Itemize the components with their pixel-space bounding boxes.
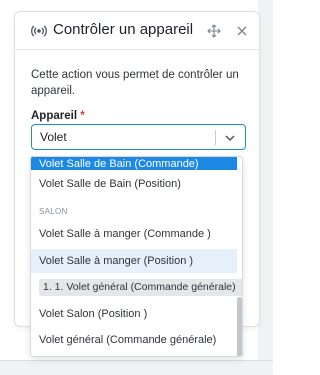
- menu-group-label: SALON: [39, 207, 68, 216]
- device-select-value[interactable]: Volet: [40, 130, 67, 144]
- selected-chip-label: 1. 1. Volet général (Commande générale): [43, 281, 236, 293]
- required-marker: *: [80, 110, 85, 122]
- menu-option-hovered[interactable]: Volet Salle à manger (Position ): [31, 249, 237, 273]
- select-divider: [215, 130, 216, 145]
- menu-option[interactable]: Volet Salle à manger (Commande ): [31, 221, 237, 247]
- broadcast-icon: [31, 25, 47, 37]
- menu-option[interactable]: Volet général (Commande générale): [31, 327, 237, 353]
- close-icon[interactable]: [235, 24, 249, 38]
- dialog-description: Cette action vous permet de contrôler un…: [31, 69, 239, 97]
- move-icon[interactable]: [207, 24, 221, 38]
- selected-chip[interactable]: 1. 1. Volet général (Commande générale) …: [39, 278, 242, 296]
- menu-option[interactable]: Volet Salle de Bain (Position): [31, 171, 237, 197]
- dialog-title: Contrôler un appareil: [53, 21, 194, 38]
- menu-option-chip-row[interactable]: 1. 1. Volet général (Commande générale) …: [31, 274, 242, 300]
- device-select[interactable]: Volet: [31, 124, 246, 150]
- menu-scrollbar[interactable]: [237, 297, 242, 356]
- device-field-label-text: Appareil: [31, 110, 78, 122]
- dialog-header: Contrôler un appareil: [15, 12, 259, 50]
- chevron-down-icon[interactable]: [223, 131, 237, 145]
- menu-option-selected[interactable]: Volet Salle de Bain (Commande): [31, 157, 237, 170]
- page-background-right: [258, 0, 273, 375]
- menu-option[interactable]: Volet Salon (Position ): [31, 301, 237, 327]
- device-field-label: Appareil *: [31, 110, 85, 122]
- device-dropdown-menu: Volet Salle de Bain (Commande) Volet Sal…: [30, 156, 243, 357]
- page-footer-strip: [0, 360, 273, 375]
